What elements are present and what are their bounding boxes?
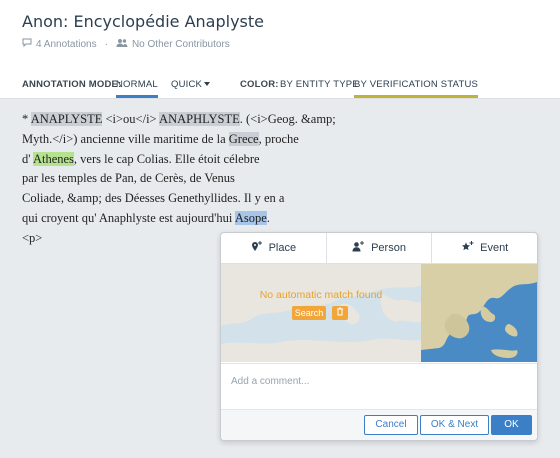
document-text[interactable]: * ANAPLYSTE <i>ou</i> ANAPHLYSTE. (<i>Ge… bbox=[22, 110, 336, 249]
trash-icon[interactable] bbox=[332, 306, 348, 320]
annotation-mode-label: ANNOTATION MODE: bbox=[22, 79, 122, 90]
star-plus-icon bbox=[461, 241, 474, 255]
ok-button[interactable]: OK bbox=[491, 415, 532, 435]
user-plus-icon bbox=[352, 241, 365, 255]
caret-down-icon bbox=[204, 82, 211, 87]
annotation-anaphlyste[interactable]: ANAPHLYSTE bbox=[159, 112, 240, 126]
comment-placeholder: Add a comment... bbox=[231, 376, 310, 387]
no-match-message: No automatic match found bbox=[259, 289, 383, 301]
text-line: Myth.</i>) ancienne ville maritime de la… bbox=[22, 130, 332, 150]
annotation-toolbar: ANNOTATION MODE: NORMAL QUICK COLOR: BY … bbox=[0, 70, 560, 99]
mode-quick-dropdown[interactable]: QUICK bbox=[171, 79, 211, 90]
comment-icon bbox=[22, 38, 32, 50]
text-line: d' Athenes, vers le cap Colias. Elle éto… bbox=[22, 150, 332, 170]
map-preview[interactable]: No automatic match found Search bbox=[221, 264, 537, 362]
users-icon bbox=[116, 38, 128, 50]
cancel-button[interactable]: Cancel bbox=[364, 415, 418, 435]
text-span: . bbox=[266, 210, 270, 225]
annotation-popup: Place Person Event No automatic match fo… bbox=[220, 232, 538, 441]
text-span: Myth.</i>) ancienne ville maritime de la bbox=[22, 131, 229, 146]
entity-type-tabs: Place Person Event bbox=[221, 233, 537, 264]
annotation-count[interactable]: 4 Annotations bbox=[36, 39, 97, 50]
contributors-info: No Other Contributors bbox=[131, 38, 230, 50]
text-line: Coliade, &amp; des Déesses Genethyllides… bbox=[22, 191, 285, 206]
document-meta: 4 Annotations · No Other Contributors bbox=[22, 38, 230, 50]
text-span: , vers le cap Colias. Elle étoit célebre bbox=[73, 151, 260, 166]
text-span: * bbox=[22, 112, 31, 126]
map-marker-plus-icon bbox=[251, 240, 263, 256]
mode-normal-button[interactable]: NORMAL bbox=[116, 79, 158, 98]
tab-place-label: Place bbox=[268, 242, 297, 254]
annotation-grece[interactable]: Grece bbox=[228, 131, 259, 146]
color-by-status-button[interactable]: BY VERIFICATION STATUS bbox=[354, 79, 479, 98]
tab-person[interactable]: Person bbox=[327, 233, 433, 263]
text-line: * ANAPLYSTE <i>ou</i> ANAPHLYSTE. (<i>Ge… bbox=[22, 110, 336, 130]
text-line: par les temples de Pan, de Cerès, de Ven… bbox=[22, 171, 235, 186]
text-line: qui croyent qu' Anaphlyste est aujourd'h… bbox=[22, 209, 332, 229]
meta-separator: · bbox=[104, 38, 108, 50]
mode-quick-label: QUICK bbox=[171, 79, 203, 90]
comment-field[interactable]: Add a comment... bbox=[221, 363, 537, 409]
tab-place[interactable]: Place bbox=[221, 233, 327, 263]
ok-next-button[interactable]: OK & Next bbox=[420, 415, 489, 435]
annotation-asope[interactable]: Asope bbox=[234, 210, 267, 225]
text-span: d' bbox=[22, 151, 33, 166]
tab-event-label: Event bbox=[480, 242, 509, 254]
tab-person-label: Person bbox=[371, 242, 406, 254]
text-span: qui croyent qu' Anaphlyste est aujourd'h… bbox=[22, 210, 235, 225]
text-span: . (<i>Geog. &amp; bbox=[239, 112, 336, 126]
popup-footer: Cancel OK & Next OK bbox=[221, 409, 537, 440]
color-label: COLOR: bbox=[240, 79, 279, 90]
annotation-athenes[interactable]: Athenes bbox=[32, 151, 74, 166]
text-span: <i>ou</i> bbox=[102, 112, 160, 126]
satellite-map bbox=[421, 264, 537, 362]
page-title: Anon: Encyclopédie Anaplyste bbox=[22, 12, 264, 31]
search-button[interactable]: Search bbox=[292, 306, 326, 320]
text-span: , proche bbox=[258, 131, 299, 146]
document-header: Anon: Encyclopédie Anaplyste 4 Annotatio… bbox=[0, 0, 560, 70]
tab-event[interactable]: Event bbox=[432, 233, 537, 263]
color-by-entity-button[interactable]: BY ENTITY TYPE bbox=[280, 79, 359, 90]
annotation-anaplyste[interactable]: ANAPLYSTE bbox=[30, 112, 103, 126]
